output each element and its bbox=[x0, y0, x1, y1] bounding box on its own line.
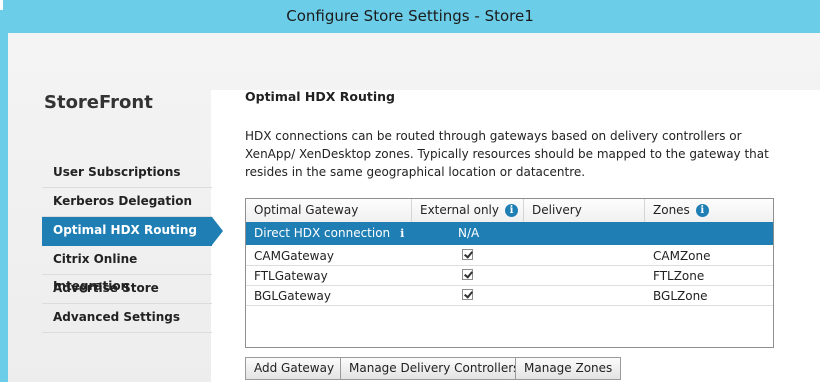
gateway-table[interactable]: Optimal Gateway External only i Delivery … bbox=[245, 198, 774, 348]
sidebar-nav: User Subscriptions Kerberos Delegation O… bbox=[42, 159, 223, 333]
sidebar-item-advanced-settings[interactable]: Advanced Settings bbox=[42, 304, 212, 333]
sidebar-item-citrix-online-integration[interactable]: Citrix Online Integration bbox=[42, 246, 212, 293]
info-icon[interactable]: i bbox=[504, 204, 518, 217]
cell-gateway: CAMGateway bbox=[254, 249, 334, 263]
cell-zones: CAMZone bbox=[653, 249, 711, 263]
add-gateway-button[interactable]: Add Gateway bbox=[245, 357, 344, 380]
column-header-zones[interactable]: Zones i bbox=[645, 199, 773, 222]
table-row[interactable]: BGLGateway BGLZone bbox=[246, 286, 773, 306]
cell-zones: FTLZone bbox=[653, 269, 705, 283]
table-row[interactable]: FTLGateway FTLZone bbox=[246, 266, 773, 286]
sidebar-item-optimal-hdx-routing[interactable]: Optimal HDX Routing bbox=[42, 217, 223, 246]
title-bar: Configure Store Settings - Store1 bbox=[0, 0, 820, 33]
manage-delivery-controllers-button[interactable]: Manage Delivery Controllers bbox=[340, 357, 529, 380]
external-only-checkbox[interactable] bbox=[462, 269, 473, 280]
cell-external-only: N/A bbox=[458, 226, 480, 240]
column-header-external-only[interactable]: External only i bbox=[412, 199, 524, 222]
sidebar-item-user-subscriptions[interactable]: User Subscriptions bbox=[42, 159, 212, 188]
window-title: Configure Store Settings - Store1 bbox=[286, 7, 534, 25]
column-label: Zones bbox=[653, 203, 690, 217]
external-only-checkbox[interactable] bbox=[462, 289, 473, 300]
column-label: Optimal Gateway bbox=[254, 203, 359, 217]
column-header-delivery-controllers[interactable]: Delivery Controllers bbox=[524, 199, 645, 240]
brand-title: StoreFront bbox=[44, 92, 153, 113]
column-label: External only bbox=[420, 203, 499, 217]
info-icon[interactable]: i bbox=[400, 222, 404, 245]
column-header-optimal-gateway[interactable]: Optimal Gateway bbox=[246, 199, 412, 222]
cell-gateway: Direct HDX connection i bbox=[246, 222, 412, 245]
cell-gateway: BGLGateway bbox=[254, 289, 332, 303]
sidebar-item-kerberos-delegation[interactable]: Kerberos Delegation bbox=[42, 188, 212, 217]
manage-zones-button[interactable]: Manage Zones bbox=[515, 357, 622, 380]
table-row-direct-hdx[interactable]: Direct HDX connection i N/A bbox=[246, 222, 773, 245]
table-header: Optimal Gateway External only i Delivery … bbox=[246, 199, 773, 240]
section-title: Optimal HDX Routing bbox=[245, 89, 395, 104]
table-row[interactable]: CAMGateway CAMZone bbox=[246, 246, 773, 266]
sidebar-item-advertise-store[interactable]: Advertise Store bbox=[42, 275, 212, 304]
cell-gateway: FTLGateway bbox=[254, 269, 328, 283]
cell-zones: BGLZone bbox=[653, 289, 708, 303]
direct-hdx-label: Direct HDX connection bbox=[254, 226, 391, 240]
section-description: HDX connections can be routed through ga… bbox=[245, 129, 769, 179]
info-icon[interactable]: i bbox=[695, 204, 709, 217]
external-only-checkbox[interactable] bbox=[462, 249, 473, 260]
